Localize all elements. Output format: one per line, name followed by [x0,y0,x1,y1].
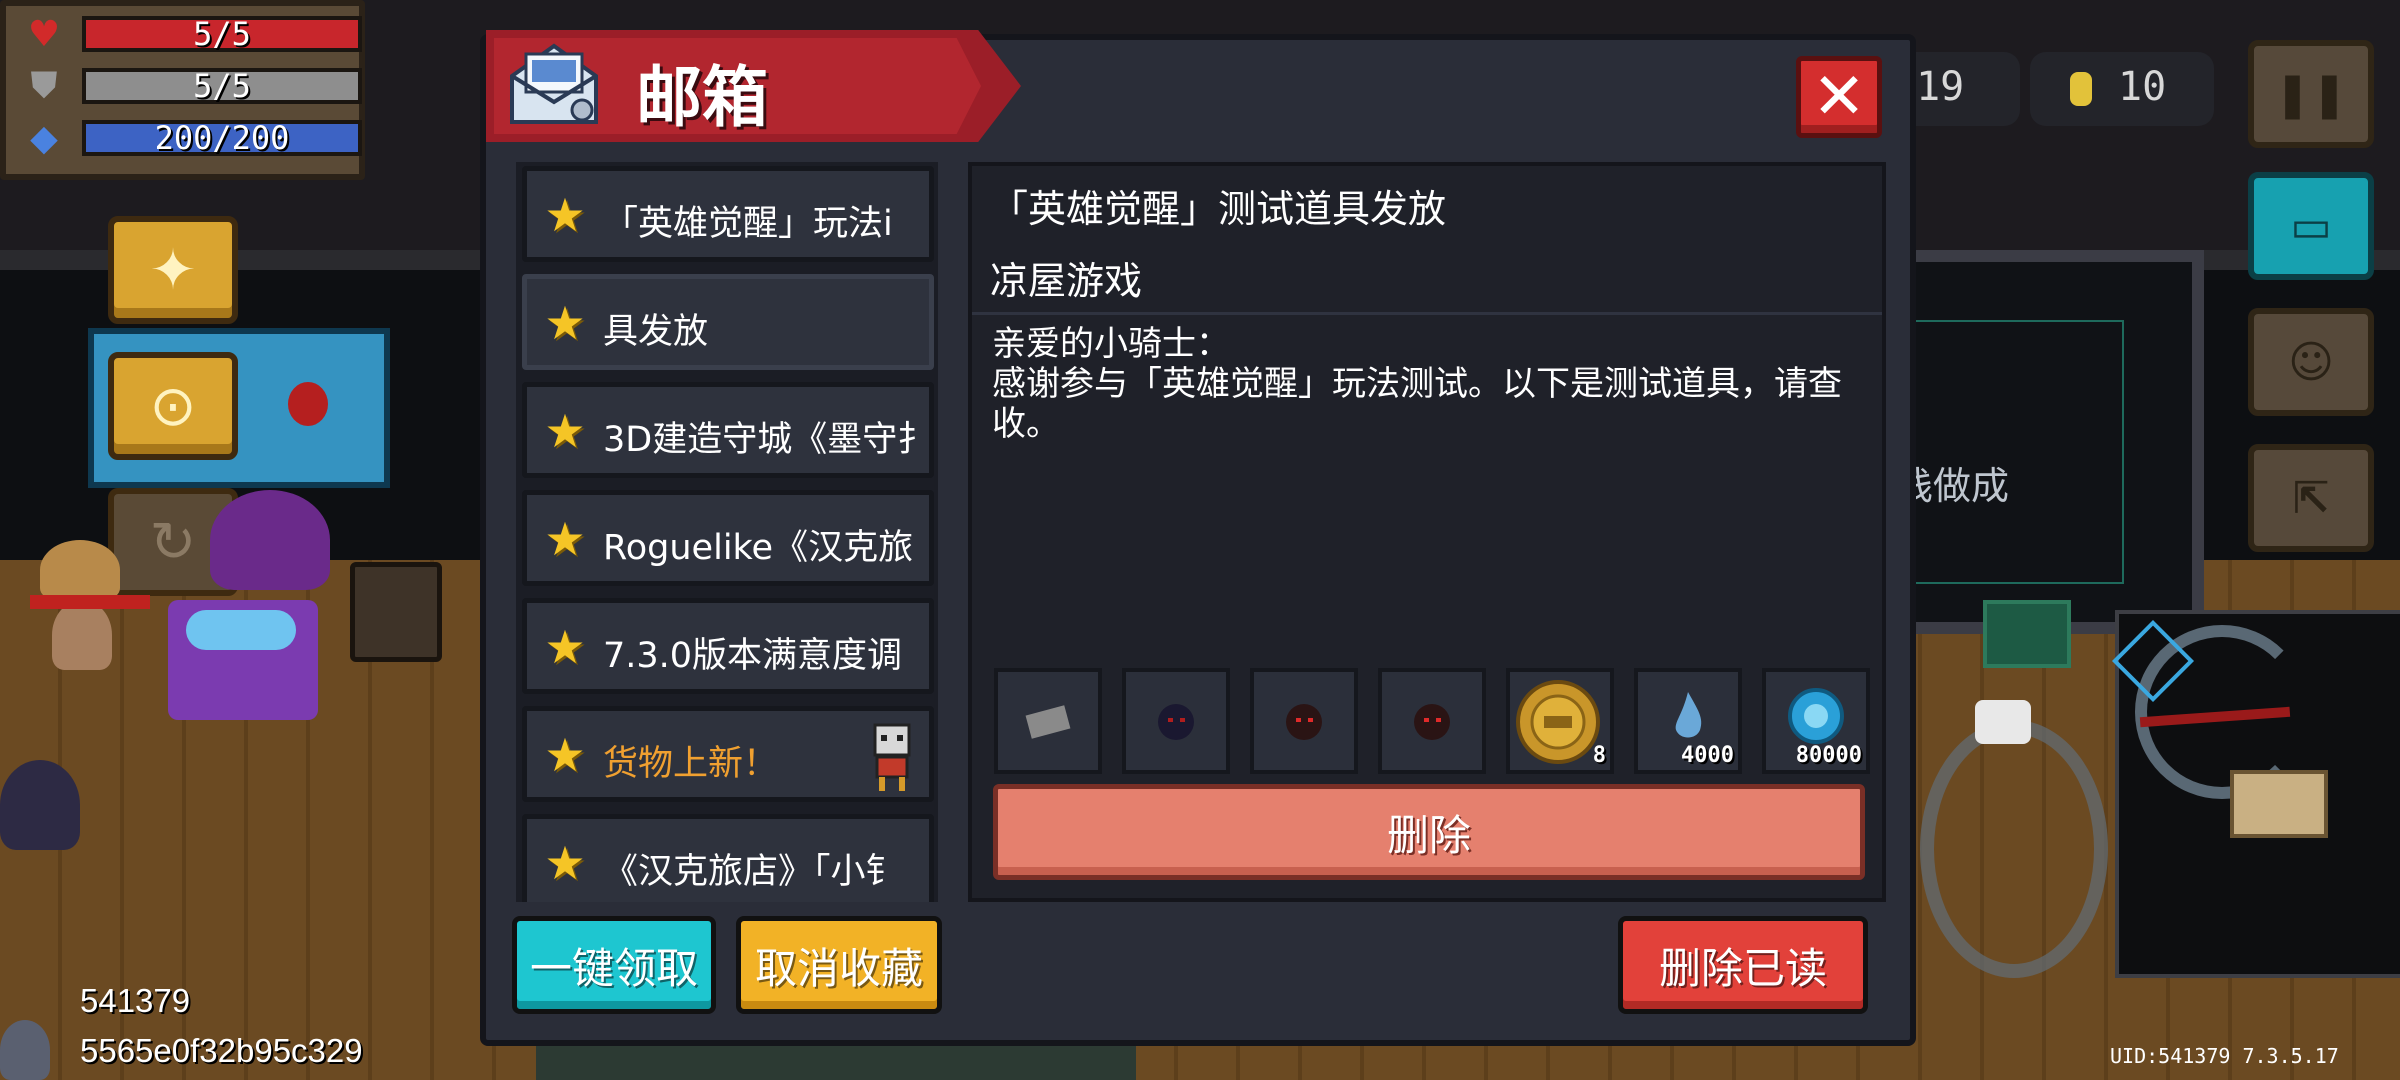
favorite-star-icon: ★ [544,404,586,458]
mail-item-title: 7.3.0版本满意度调 [603,636,903,676]
scroll-icon [1025,705,1071,739]
mail-item-title: 「英雄觉醒」玩法i [603,204,893,244]
close-icon: ✕ [1812,60,1866,134]
attachment-slot[interactable]: 80000 [1762,668,1870,774]
debug-hash: 5565e0f32b95c329 [80,1032,363,1069]
armor-bar: 5/5 [82,68,362,104]
mail-list[interactable]: ★ 「英雄觉醒」玩法i ★ 具发放 ★ 3D建造守城《墨守扌 ★ Rogueli… [516,162,938,902]
close-button[interactable]: ✕ [1796,56,1882,138]
pause-icon: ❚❚ [2274,68,2348,120]
armor-value: 5/5 [193,67,251,105]
energy-value: 200/200 [154,119,290,157]
favorite-star-icon: ★ [544,620,586,674]
mail-item-title: 3D建造守城《墨守扌 [603,420,933,460]
mail-greeting: 亲爱的小骑士： [992,324,1230,364]
exit-icon: ⇱ [2292,472,2330,524]
health-bar: 5/5 [82,16,362,52]
armor-stat: ⛊ 5/5 [22,62,362,110]
item-quantity: 4000 [1681,743,1734,768]
mail-message: 感谢参与「英雄觉醒」玩法测试。以下是测试道具，请查收。 [992,364,1842,444]
health-stat: ♥ 5/5 [22,10,362,58]
profile-button[interactable]: ☺ [2248,308,2374,416]
coin-icon [2070,72,2092,106]
debug-id: 541379 [80,982,191,1019]
red-fruit-icon [288,382,328,426]
alert-bubble-icon [1975,700,2031,744]
location-pin-icon: ⊙ [149,373,197,439]
mail-item-title: Roguelike《汉克旅 [603,528,914,568]
mail-detail-title: 「英雄觉醒」测试道具发放 [990,187,1447,231]
delete-read-button[interactable]: 删除已读 [1618,916,1868,1014]
green-terminal [1983,600,2071,668]
wizard-hat [210,490,330,590]
exit-button[interactable]: ⇱ [2248,444,2374,552]
merchant-cat-icon [873,723,911,791]
mail-list-item-selected[interactable]: ★ 具发放 [522,274,934,370]
shield-icon: ⛊ [30,65,58,106]
uid-version: UID:541379 7.3.5.17 [2110,1044,2339,1068]
npc-body [52,600,112,670]
coin-chip: 10 [2030,52,2214,126]
claim-all-button[interactable]: 一键领取 [512,916,716,1014]
heart-icon: ♥ [27,13,61,55]
mail-item-title: 货物上新！ [603,744,779,784]
star-shop-button[interactable]: ✦ [108,216,238,324]
player-stats-hud: ♥ 5/5 ⛊ 5/5 ◆ 200/200 [0,0,365,180]
favorite-star-icon: ★ [544,728,586,782]
attachment-slot[interactable] [994,668,1102,774]
detail-divider [972,312,1882,315]
mail-item-title: 具发放 [603,312,709,352]
energy-stat: ◆ 200/200 [22,114,362,162]
skill-button[interactable] [1920,720,2108,978]
mail-detail-body: 亲爱的小骑士： 感谢参与「英雄觉醒」玩法测试。以下是测试道具，请查收。 [992,324,1862,444]
item-quantity: 80000 [1795,743,1862,768]
profile-icon: ☺ [2288,336,2334,388]
mail-list-item[interactable]: ★ 3D建造守城《墨守扌 [522,382,934,478]
unfavorite-button[interactable]: 取消收藏 [736,916,942,1014]
scene-room-edge [1910,320,2124,584]
attachment-slot[interactable]: 4000 [1634,668,1742,774]
pause-button[interactable]: ❚❚ [2248,40,2374,148]
controller-button[interactable]: ▭ [2248,172,2374,280]
favorite-star-icon: ★ [544,836,586,890]
controller-icon: ▭ [2290,200,2332,252]
attachment-slot[interactable] [1122,668,1230,774]
health-value: 5/5 [193,15,251,53]
npc-scarf [30,595,150,609]
mailbox-title: 邮箱 [636,59,768,136]
certificate-icon [2230,770,2328,838]
energy-bar: 200/200 [82,120,362,156]
mail-list-item[interactable]: ★ 7.3.0版本满意度调 [522,598,934,694]
red-eyed-creature-icon [1414,704,1450,740]
attachment-slot[interactable]: 8 [1506,668,1614,774]
coin-count: 10 [2118,64,2167,110]
item-quantity: 8 [1592,743,1606,768]
npc-hat [40,540,120,600]
favorite-star-icon: ★ [544,188,586,242]
npc-bottom [0,1020,50,1080]
red-eyed-creature-icon [1286,704,1322,740]
mail-list-item[interactable]: ★ 「英雄觉醒」玩法i [522,166,934,262]
favorite-star-icon: ★ [544,512,586,566]
scene-chest [350,562,442,662]
npc-dark-girl [0,760,80,850]
delete-button[interactable]: 删除 [993,784,1865,880]
favorite-star-icon: ★ [544,296,586,350]
diamond-icon: ◆ [30,117,58,159]
mail-list-item[interactable]: ★ 《汉克旅店》「小钅 [522,814,934,902]
attachment-items: 8 4000 80000 [994,668,1870,774]
location-button[interactable]: ⊙ [108,352,238,460]
attachment-slot[interactable] [1250,668,1358,774]
mail-list-item[interactable]: ★ Roguelike《汉克旅 [522,490,934,586]
mail-list-item[interactable]: ★ 货物上新！ [522,706,934,802]
scene-table [536,1046,1136,1080]
mail-item-title: 《汉克旅店》「小钅 [603,852,901,892]
attachment-slot[interactable] [1378,668,1486,774]
dark-orb-icon [1158,704,1194,740]
star-icon: ✦ [149,237,197,303]
mail-icon [510,43,598,124]
mail-detail-sender: 凉屋游戏 [990,259,1143,303]
gacha-balls [186,610,296,650]
